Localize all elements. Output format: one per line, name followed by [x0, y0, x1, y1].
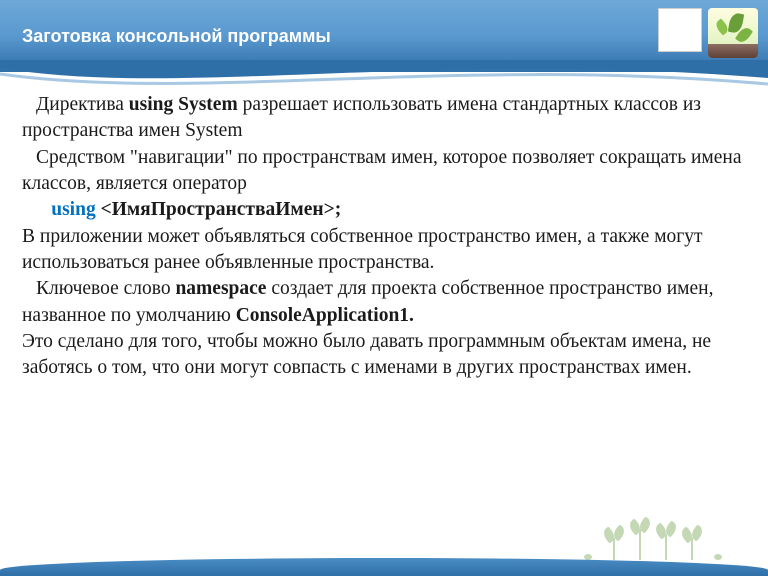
text: Директива — [36, 94, 129, 115]
slide-header: Заготовка консольной программы — [0, 0, 768, 72]
para-namespace-kw: Ключевое слово namespace создает для про… — [22, 276, 746, 329]
syntax-text: <ИмяПространстваИмен>; — [96, 199, 342, 220]
para-explanation: Это сделано для того, чтобы можно было д… — [22, 329, 746, 382]
placeholder-icon — [658, 8, 702, 52]
bold-consoleapp: ConsoleApplication1. — [236, 305, 414, 326]
indent-space — [22, 199, 51, 220]
para-directive: Директива using System разрешает использ… — [22, 92, 746, 145]
header-title: Заготовка консольной программы — [22, 26, 331, 47]
para-using-syntax: using <ИмяПространстваИмен>; — [22, 197, 746, 223]
text: Ключевое слово — [36, 278, 175, 299]
bold-using-system: using System — [129, 94, 238, 115]
para-own-namespace: В приложении может объявляться собственн… — [22, 224, 746, 277]
sprout-icon — [708, 8, 758, 58]
slide-content: Директива using System разрешает использ… — [0, 72, 768, 381]
footer-plants-icon — [578, 516, 728, 560]
footer-wave — [0, 558, 768, 576]
para-navigation: Средством "навигации" по пространствам и… — [22, 145, 746, 198]
header-icons — [658, 8, 758, 58]
keyword-using: using — [51, 199, 95, 220]
bold-namespace: namespace — [175, 278, 266, 299]
